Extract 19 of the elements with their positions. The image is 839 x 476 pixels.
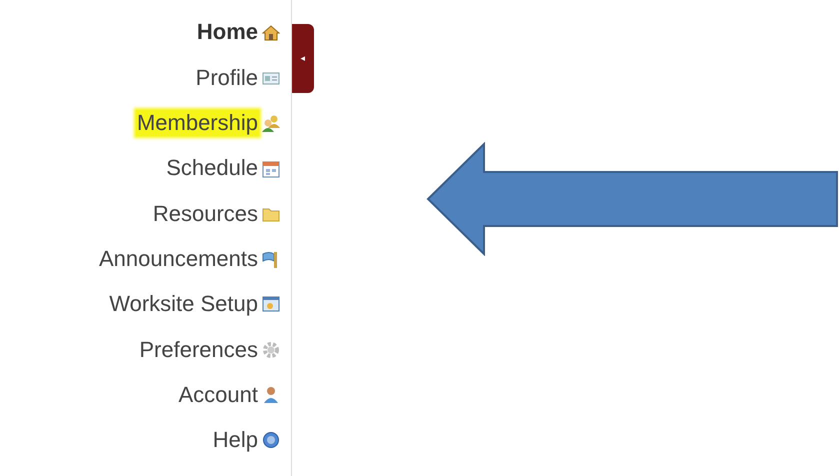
menu-item[interactable]: Worksite Setup: [108, 291, 259, 318]
collapse-tab[interactable]: ◂: [292, 24, 314, 93]
menu-item[interactable]: Preferences: [138, 336, 259, 363]
house-icon: [262, 24, 280, 42]
calendar-icon: [262, 160, 280, 178]
menu-item[interactable]: Account: [178, 382, 259, 408]
menu-item[interactable]: Schedule: [165, 155, 259, 182]
menu-item[interactable]: Membership: [136, 110, 259, 136]
menu-item[interactable]: Home: [196, 19, 259, 46]
person-icon: [262, 386, 280, 404]
window-icon: [262, 295, 280, 314]
help-icon: [262, 431, 280, 450]
flag-icon: [262, 250, 280, 268]
menu-item[interactable]: Announcements: [98, 246, 259, 272]
menu-item[interactable]: Profile: [194, 64, 259, 92]
people-icon: [262, 114, 280, 132]
gear-icon: [262, 340, 280, 359]
menu-item[interactable]: Resources: [152, 200, 259, 228]
menu-item[interactable]: Help: [212, 427, 259, 454]
